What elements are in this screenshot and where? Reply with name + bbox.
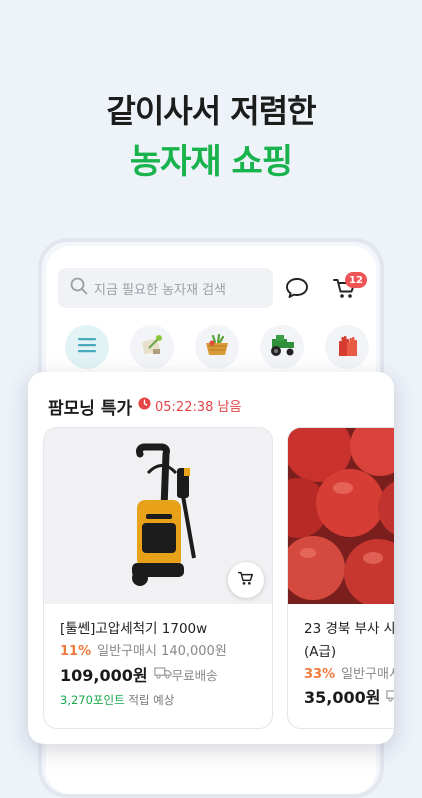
original-price: 일반구매시: [341, 667, 394, 682]
truck-icon: [153, 666, 172, 682]
shipping-text: 무료배송: [171, 667, 218, 683]
seedling-tray-icon: [139, 332, 165, 362]
cart-icon: [237, 570, 255, 590]
discount-row: 33% 일반구매시: [304, 663, 394, 682]
truck-icon: [386, 687, 394, 706]
product-card-pressure-washer[interactable]: [툴쎈]고압세척기 1700w 11% 일반구매시 140,000원 109,00…: [43, 427, 273, 729]
sale-price: 35,000원: [304, 688, 381, 707]
product-image-apples: [288, 428, 394, 607]
category-menu-button[interactable]: [65, 325, 109, 369]
tractor-icon: [267, 333, 297, 361]
category-machinery-button[interactable]: [260, 325, 304, 369]
special-deal-card: 팜모닝 특가 05:22:38 남음 [툴쎈]고압세척기 1700w 11% 일…: [28, 372, 394, 744]
discount-rate: 11%: [60, 644, 92, 659]
search-input[interactable]: 지금 필요한 농자재 검색: [58, 268, 273, 308]
deal-timer: 05:22:38 남음: [138, 396, 241, 415]
points-suffix: 적립 예상: [128, 693, 175, 707]
sale-price: 109,000원: [60, 666, 148, 685]
points-row: 3,270포인트 적립 예상: [60, 692, 174, 708]
points-amount: 3,270포인트: [60, 693, 125, 707]
add-to-cart-button[interactable]: [228, 562, 264, 598]
product-name: [툴쎈]고압세척기 1700w: [60, 621, 208, 637]
deal-title: 팜모닝 특가: [48, 399, 133, 419]
cart-count-badge: 12: [345, 272, 367, 288]
work-gloves-icon: [334, 332, 360, 362]
discount-rate: 33%: [304, 667, 336, 682]
category-vegetable-button[interactable]: [195, 325, 239, 369]
original-price: 일반구매시 140,000원: [97, 644, 227, 659]
category-seedling-button[interactable]: [130, 325, 174, 369]
discount-row: 11% 일반구매시 140,000원: [60, 640, 227, 659]
deal-timer-text: 05:22:38 남음: [155, 400, 242, 415]
category-gloves-button[interactable]: [325, 325, 369, 369]
product-card-apple[interactable]: 23 경북 부사 사과 (A급) 33% 일반구매시 35,000원: [287, 427, 394, 729]
price-row: 35,000원: [304, 684, 394, 708]
vegetable-basket-icon: [203, 332, 231, 362]
clock-icon: [138, 397, 155, 414]
chat-icon[interactable]: [284, 276, 310, 304]
product-name-line2: (A급): [304, 644, 337, 660]
menu-icon: [77, 337, 97, 357]
hero-title-line2: 농자재 쇼핑: [129, 142, 293, 182]
search-placeholder: 지금 필요한 농자재 검색: [94, 282, 226, 298]
price-row: 109,000원 무료배송: [60, 662, 218, 686]
search-icon: [70, 277, 88, 299]
product-name-line1: 23 경북 부사 사과: [304, 621, 394, 637]
hero-title-line1: 같이사서 저렴한: [106, 92, 316, 130]
shipping-info: 무료배송: [153, 665, 218, 684]
